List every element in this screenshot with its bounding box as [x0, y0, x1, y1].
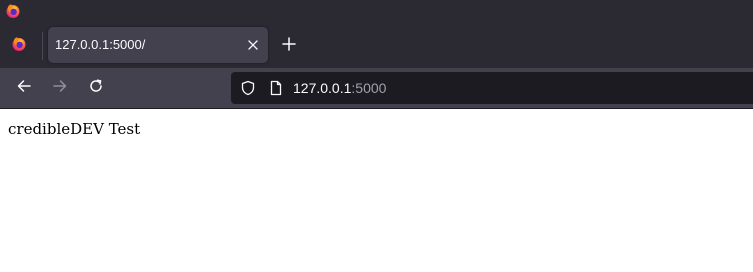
- back-arrow-icon: [16, 78, 32, 99]
- url-port: :5000: [351, 80, 387, 96]
- firefox-view-button[interactable]: [8, 35, 30, 57]
- tab-active[interactable]: 127.0.0.1:5000/: [48, 27, 268, 63]
- back-button[interactable]: [11, 75, 37, 101]
- browser-window: 127.0.0.1:5000/ 127.0.0.1:5000 credibleD…: [0, 0, 753, 272]
- page-icon[interactable]: [268, 80, 284, 96]
- tab-strip: 127.0.0.1:5000/: [0, 22, 753, 68]
- url-text[interactable]: 127.0.0.1:5000: [293, 72, 386, 104]
- close-icon[interactable]: [244, 36, 262, 54]
- reload-icon: [88, 78, 104, 99]
- firefox-icon: [5, 3, 21, 19]
- forward-button[interactable]: [47, 75, 73, 101]
- tab-strip-divider: [42, 32, 43, 60]
- reload-button[interactable]: [83, 75, 109, 101]
- page-body-text: credibleDEV Test: [8, 120, 141, 138]
- navigation-toolbar: 127.0.0.1:5000: [0, 68, 753, 109]
- forward-arrow-icon: [52, 78, 68, 99]
- new-tab-button[interactable]: [279, 36, 299, 56]
- address-bar[interactable]: 127.0.0.1:5000: [231, 72, 753, 104]
- plus-icon: [282, 36, 296, 56]
- title-bar: [0, 0, 753, 22]
- shield-icon[interactable]: [240, 80, 256, 96]
- url-host: 127.0.0.1: [293, 80, 352, 96]
- tab-title: 127.0.0.1:5000/: [55, 37, 146, 52]
- firefox-icon: [11, 36, 27, 57]
- page-content: credibleDEV Test: [0, 109, 753, 272]
